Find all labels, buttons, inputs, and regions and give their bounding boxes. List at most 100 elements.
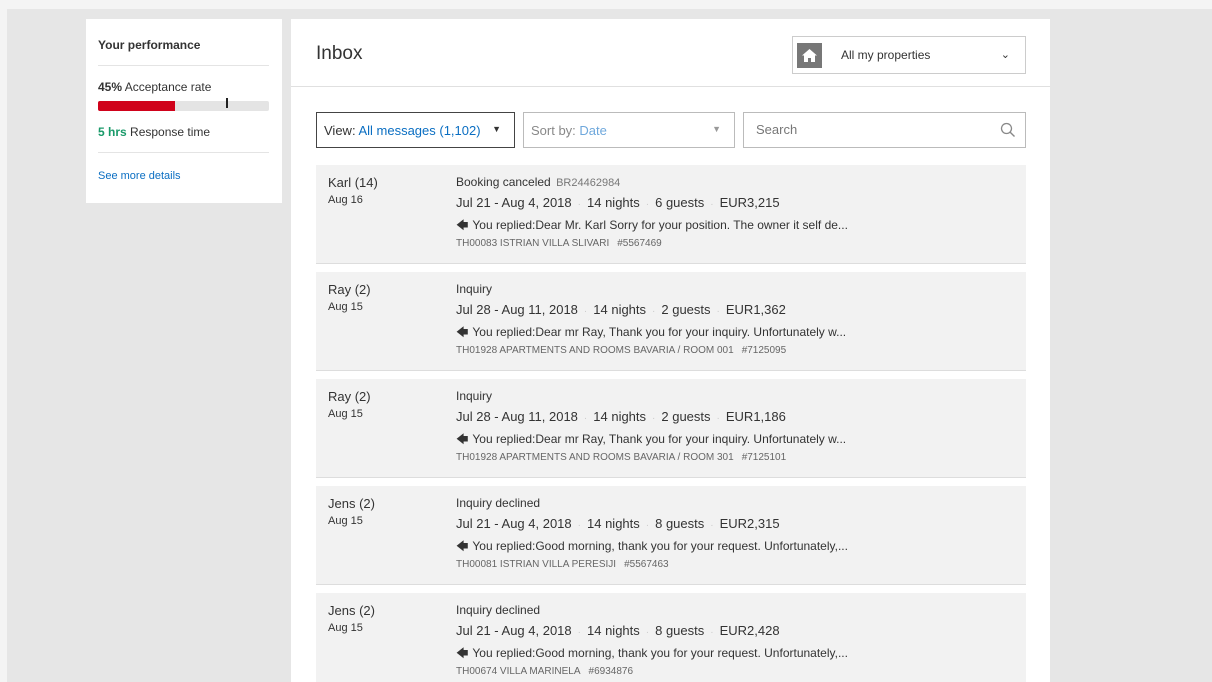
acceptance-bar-fill	[98, 101, 175, 111]
search-icon[interactable]	[1000, 122, 1016, 143]
response-time: 5 hrs Response time	[98, 125, 269, 153]
booking-status: Inquiry	[456, 389, 494, 403]
status-text: Booking canceled	[456, 175, 551, 189]
stay-details: Jul 21 - Aug 4, 2018 · 14 nights · 8 guests ·…	[456, 623, 780, 638]
message-date: Aug 15	[328, 622, 363, 634]
search-input[interactable]	[756, 122, 976, 137]
view-filter-key: View:	[324, 123, 359, 138]
price: EUR1,186	[725, 409, 786, 424]
sort-select[interactable]: Sort by: Date ▼	[523, 112, 735, 148]
page-title: Inbox	[316, 43, 363, 64]
guests-count: 8 guests	[655, 516, 705, 531]
property-info: TH00081 ISTRIAN VILLA PERESIJI #5567463	[456, 559, 669, 570]
separator: ·	[710, 199, 714, 210]
property-name: TH00081 ISTRIAN VILLA PERESIJI	[456, 559, 617, 570]
filter-bar: View: All messages (1,102) ▼ Sort by: Da…	[316, 112, 1026, 148]
property-selector[interactable]: All my properties ⌄	[792, 36, 1026, 74]
last-reply: 🡄 You replied:Dear mr Ray, Thank you for …	[456, 323, 846, 344]
guest-name: Ray (2)	[328, 282, 371, 297]
chevron-down-icon: ⌄	[1000, 49, 1010, 61]
top-strip	[0, 0, 1212, 9]
price: EUR1,362	[725, 302, 786, 317]
message-date: Aug 15	[328, 408, 363, 420]
response-value: 5 hrs	[98, 125, 127, 139]
stay-dates: Jul 28 - Aug 11, 2018	[456, 409, 578, 424]
nights-count: 14 nights	[593, 302, 647, 317]
separator: ·	[645, 199, 650, 210]
message-row[interactable]: Ray (2) Aug 15 Inquiry Jul 28 - Aug 11, …	[316, 272, 1026, 371]
status-text: Inquiry declined	[456, 603, 541, 617]
reply-text: You replied:Dear Mr. Karl Sorry for your…	[472, 218, 848, 232]
last-reply: 🡄 You replied:Dear mr Ray, Thank you for …	[456, 430, 846, 451]
nights-count: 14 nights	[593, 409, 647, 424]
nights-count: 14 nights	[587, 195, 640, 210]
status-text: Inquiry	[456, 282, 493, 296]
search-box	[743, 112, 1026, 148]
stay-dates: Jul 21 - Aug 4, 2018	[456, 516, 572, 531]
nights-count: 14 nights	[587, 623, 640, 638]
reply-arrow-icon: 🡄	[456, 325, 469, 339]
property-id: #5567463	[624, 559, 669, 570]
separator: ·	[716, 413, 720, 424]
stay-details: Jul 21 - Aug 4, 2018 · 14 nights · 6 guests ·…	[456, 195, 780, 210]
separator: ·	[577, 520, 581, 531]
guests-count: 2 guests	[661, 302, 711, 317]
property-name: TH00674 VILLA MARINELA	[456, 666, 581, 677]
property-info: TH01928 APARTMENTS AND ROOMS BAVARIA / R…	[456, 452, 786, 463]
acceptance-rate: 45% Acceptance rate	[98, 80, 269, 94]
booking-status: Inquiry declined	[456, 603, 542, 617]
message-row[interactable]: Jens (2) Aug 15 Inquiry declined Jul 21 …	[316, 593, 1026, 682]
message-date: Aug 16	[328, 194, 363, 206]
property-id: #7125095	[741, 345, 787, 356]
reply-text: You replied:Good morning, thank you for …	[472, 539, 848, 553]
caret-down-icon: ▼	[712, 124, 721, 134]
separator: ·	[652, 413, 656, 424]
guest-name: Ray (2)	[328, 389, 371, 404]
separator: ·	[583, 413, 588, 424]
property-info: TH00674 VILLA MARINELA #6934876	[456, 666, 633, 677]
acceptance-bar	[98, 98, 269, 111]
message-row[interactable]: Jens (2) Aug 15 Inquiry declined Jul 21 …	[316, 486, 1026, 585]
reply-text: You replied:Dear mr Ray, Thank you for y…	[472, 432, 847, 446]
stay-details: Jul 28 - Aug 11, 2018 · 14 nights · 2 guests…	[456, 409, 786, 424]
left-strip	[0, 9, 7, 682]
reply-text: You replied:Good morning, thank you for …	[472, 646, 848, 660]
reply-arrow-icon: 🡄	[456, 646, 469, 660]
stay-dates: Jul 28 - Aug 11, 2018	[456, 302, 578, 317]
separator: ·	[645, 627, 650, 638]
separator: ·	[583, 306, 588, 317]
acceptance-target-marker	[226, 98, 228, 108]
message-row[interactable]: Karl (14) Aug 16 Booking canceled BR2446…	[316, 165, 1026, 264]
price: EUR3,215	[719, 195, 780, 210]
property-info: TH01928 APARTMENTS AND ROOMS BAVARIA / R…	[456, 345, 786, 356]
inbox-panel: Inbox All my properties ⌄ View: All mess…	[291, 19, 1050, 682]
stay-details: Jul 21 - Aug 4, 2018 · 14 nights · 8 guests ·…	[456, 516, 780, 531]
property-id: #6934876	[588, 666, 634, 677]
sort-value: Date	[579, 123, 607, 138]
reply-arrow-icon: 🡄	[456, 218, 469, 232]
guests-count: 8 guests	[655, 623, 705, 638]
reply-arrow-icon: 🡄	[456, 432, 469, 446]
message-row[interactable]: Ray (2) Aug 15 Inquiry Jul 28 - Aug 11, …	[316, 379, 1026, 478]
view-filter-select[interactable]: View: All messages (1,102) ▼	[316, 112, 515, 148]
property-info: TH00083 ISTRIAN VILLA SLIVARI #5567469	[456, 238, 662, 249]
guests-count: 2 guests	[661, 409, 711, 424]
status-text: Inquiry declined	[456, 496, 541, 510]
separator: ·	[716, 306, 720, 317]
separator: ·	[710, 627, 714, 638]
message-list: Karl (14) Aug 16 Booking canceled BR2446…	[316, 165, 1026, 682]
nights-count: 14 nights	[587, 516, 640, 531]
reply-text: You replied:Dear mr Ray, Thank you for y…	[472, 325, 847, 339]
message-date: Aug 15	[328, 515, 363, 527]
acceptance-label: Acceptance rate	[124, 80, 212, 94]
acceptance-value: 45%	[98, 80, 123, 94]
property-name: TH01928 APARTMENTS AND ROOMS BAVARIA / R…	[456, 452, 734, 463]
price: EUR2,315	[719, 516, 780, 531]
booking-reference: BR24462984	[556, 177, 621, 189]
separator: ·	[577, 199, 581, 210]
stay-details: Jul 28 - Aug 11, 2018 · 14 nights · 2 guests…	[456, 302, 786, 317]
booking-status: Booking canceled BR24462984	[456, 175, 620, 189]
reply-arrow-icon: 🡄	[456, 539, 469, 553]
last-reply: 🡄 You replied:Good morning, thank you for…	[456, 537, 848, 558]
see-more-details-link[interactable]: See more details	[98, 170, 269, 182]
